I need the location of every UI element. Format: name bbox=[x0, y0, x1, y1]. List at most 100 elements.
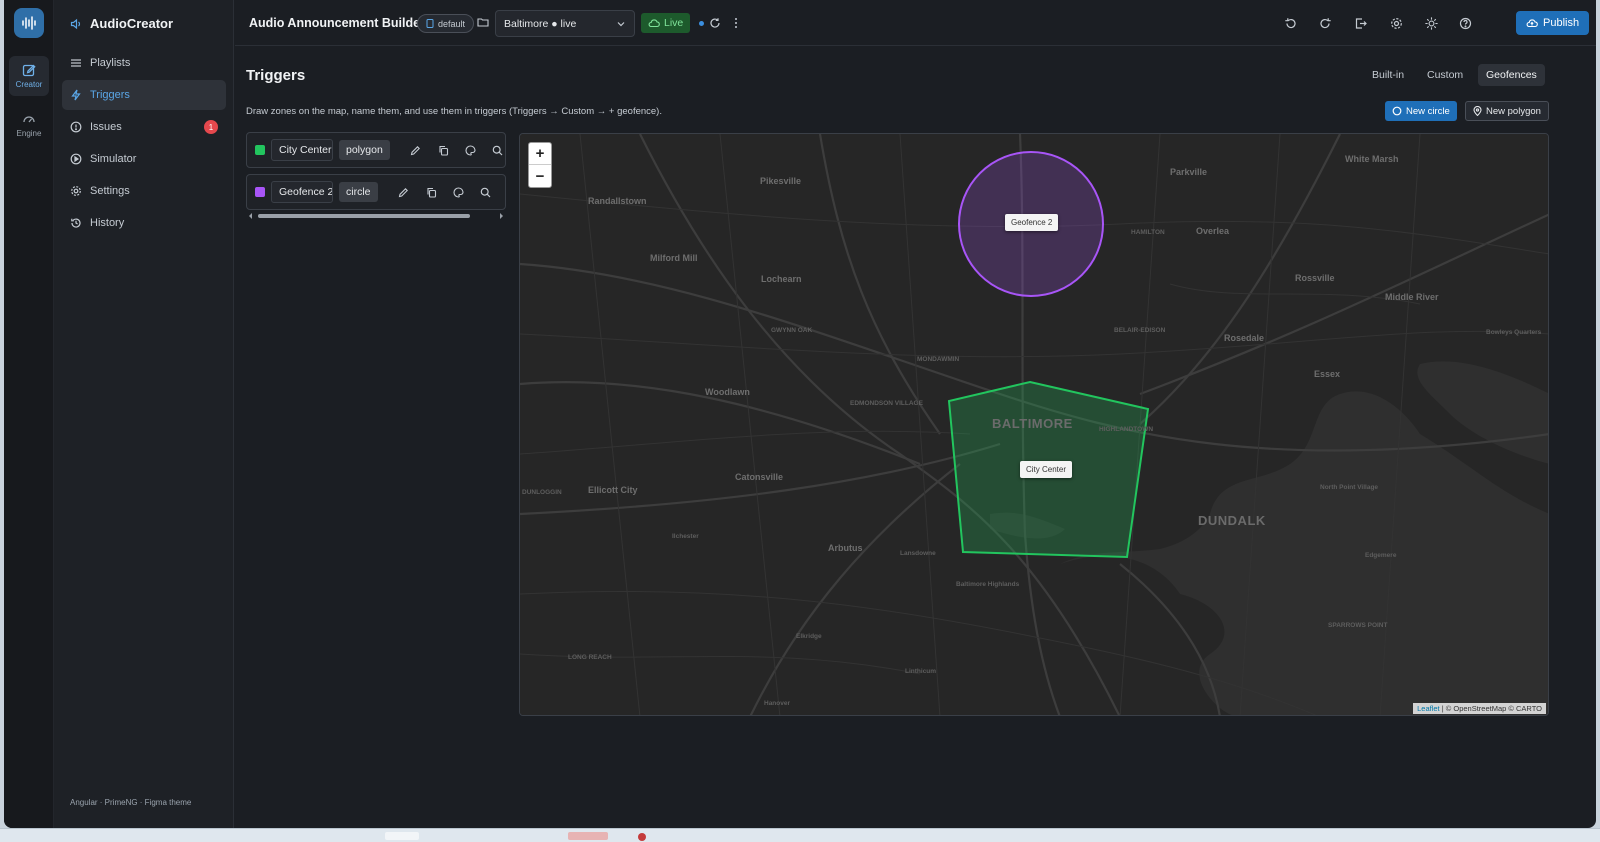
nav-item-simulator[interactable]: Simulator bbox=[62, 144, 226, 174]
map-label: DUNLOGGIN bbox=[522, 489, 562, 496]
copy-icon bbox=[426, 187, 436, 198]
nav-item-triggers[interactable]: Triggers bbox=[62, 80, 226, 110]
nav-item-label: Simulator bbox=[90, 153, 137, 165]
geofence-hint: Draw zones on the map, name them, and us… bbox=[246, 106, 662, 117]
help-button[interactable] bbox=[1455, 13, 1475, 33]
redo-icon bbox=[1319, 17, 1331, 28]
map-label: Elkridge bbox=[796, 633, 822, 640]
rail-item-label: Creator bbox=[15, 80, 43, 89]
pencil-icon bbox=[410, 145, 420, 155]
palette-icon bbox=[464, 144, 476, 156]
zoom-control: + − bbox=[528, 142, 552, 188]
edit-zone-button[interactable] bbox=[395, 184, 411, 200]
nav-item-playlists[interactable]: Playlists bbox=[62, 48, 226, 78]
zone-list-scrollbar[interactable] bbox=[248, 212, 504, 220]
play-circle-icon bbox=[70, 153, 82, 165]
new-circle-button[interactable]: New circle bbox=[1385, 101, 1457, 121]
leaflet-link[interactable]: Leaflet bbox=[1417, 704, 1440, 713]
connection-dot bbox=[699, 21, 704, 26]
redo-button[interactable] bbox=[1315, 13, 1335, 33]
rail-item-creator[interactable]: Creator bbox=[9, 56, 49, 96]
export-button[interactable] bbox=[1350, 13, 1370, 33]
publish-button[interactable]: Publish bbox=[1516, 11, 1590, 35]
icon-rail: Creator Engine bbox=[4, 0, 54, 828]
map-label: Ilchester bbox=[672, 533, 699, 540]
issues-count-badge: 1 bbox=[204, 120, 218, 134]
map-label: HIGHLANDTOWN bbox=[1099, 426, 1154, 433]
map-label: White Marsh bbox=[1345, 154, 1399, 164]
scrollbar-thumb[interactable] bbox=[258, 214, 470, 218]
nav-item-label: Issues bbox=[90, 121, 122, 133]
new-polygon-label: New polygon bbox=[1486, 105, 1541, 117]
top-bar: Audio Announcement Builder default Balti… bbox=[235, 0, 1596, 46]
style-zone-button[interactable] bbox=[462, 142, 478, 158]
map-label: Catonsville bbox=[735, 472, 784, 482]
tab-geofences[interactable]: Geofences bbox=[1478, 64, 1545, 86]
map-label: MONDAWMIN bbox=[917, 356, 960, 363]
profile-pill-label: default bbox=[438, 18, 466, 29]
map-label: BELAIR-EDISON bbox=[1114, 327, 1166, 334]
edit-zone-button[interactable] bbox=[407, 142, 423, 158]
chevron-down-icon bbox=[617, 21, 625, 26]
zone-color-swatch[interactable] bbox=[255, 187, 265, 197]
map-label: Essex bbox=[1314, 369, 1341, 379]
zone-name-input[interactable]: Geofence 2 bbox=[271, 181, 333, 203]
map-label: Edgemere bbox=[1365, 552, 1397, 559]
scroll-right-icon bbox=[500, 213, 503, 219]
rail-item-label: Engine bbox=[16, 129, 42, 138]
profile-pill[interactable]: default bbox=[417, 14, 475, 33]
brand: AudioCreator bbox=[70, 16, 173, 31]
rail-item-engine[interactable]: Engine bbox=[9, 105, 49, 145]
app-logo bbox=[14, 8, 44, 38]
map-label: BALTIMORE bbox=[992, 416, 1073, 431]
map-label: Rossville bbox=[1295, 273, 1335, 283]
publish-label: Publish bbox=[1543, 17, 1580, 29]
folder-icon[interactable] bbox=[477, 16, 489, 28]
locate-zone-button[interactable] bbox=[477, 184, 493, 200]
map-pin-icon bbox=[1473, 106, 1482, 116]
live-status-button[interactable]: Live bbox=[641, 13, 691, 33]
tab-custom[interactable]: Custom bbox=[1419, 64, 1471, 86]
gauge-icon bbox=[23, 116, 35, 123]
zone-row: Geofence 2 circle bbox=[246, 174, 506, 210]
zoom-out-button[interactable]: − bbox=[529, 165, 551, 187]
export-icon bbox=[1355, 17, 1367, 29]
nav-item-label: Playlists bbox=[90, 57, 131, 69]
style-zone-button[interactable] bbox=[450, 184, 466, 200]
zone-type-chip: polygon bbox=[339, 140, 390, 160]
taskbar-app-icon[interactable] bbox=[638, 833, 646, 841]
duplicate-zone-button[interactable] bbox=[423, 184, 439, 200]
help-icon bbox=[1459, 17, 1471, 29]
map-label: Lochearn bbox=[761, 274, 802, 284]
scroll-left-icon bbox=[249, 213, 252, 219]
tab-built-in[interactable]: Built-in bbox=[1364, 64, 1412, 86]
duplicate-zone-button[interactable] bbox=[435, 142, 451, 158]
cloud-icon bbox=[648, 19, 660, 28]
locate-zone-button[interactable] bbox=[489, 142, 505, 158]
zone-color-swatch[interactable] bbox=[255, 145, 265, 155]
zone-name-input[interactable]: City Center bbox=[271, 139, 333, 161]
undo-button[interactable] bbox=[1280, 13, 1300, 33]
list-icon bbox=[71, 59, 81, 67]
map-canvas[interactable]: Pikesville Randallstown Milford Mill Loc… bbox=[519, 133, 1549, 716]
map-label: Milford Mill bbox=[650, 253, 698, 263]
gear-icon bbox=[71, 186, 81, 196]
more-menu-button[interactable] bbox=[726, 13, 746, 33]
taskbar-item[interactable] bbox=[385, 832, 419, 840]
settings-button[interactable] bbox=[1386, 13, 1406, 33]
map-label: Middle River bbox=[1385, 292, 1439, 302]
nav-item-settings[interactable]: Settings bbox=[62, 176, 226, 206]
nav-item-issues[interactable]: Issues 1 bbox=[62, 112, 226, 142]
refresh-button[interactable] bbox=[705, 13, 725, 33]
environment-select[interactable]: Baltimore ● live bbox=[495, 10, 635, 37]
theme-toggle-button[interactable] bbox=[1421, 13, 1441, 33]
zoom-in-button[interactable]: + bbox=[529, 143, 551, 165]
zone-row: City Center polygon bbox=[246, 132, 506, 168]
new-circle-label: New circle bbox=[1406, 105, 1450, 117]
nav-item-history[interactable]: History bbox=[62, 208, 226, 238]
taskbar-item[interactable] bbox=[568, 832, 608, 840]
map-attribution: Leaflet | © OpenStreetMap © CARTO bbox=[1413, 703, 1546, 714]
undo-icon bbox=[1284, 17, 1296, 28]
map-label: Bowleys Quarters bbox=[1486, 329, 1542, 336]
new-polygon-button[interactable]: New polygon bbox=[1465, 101, 1549, 121]
